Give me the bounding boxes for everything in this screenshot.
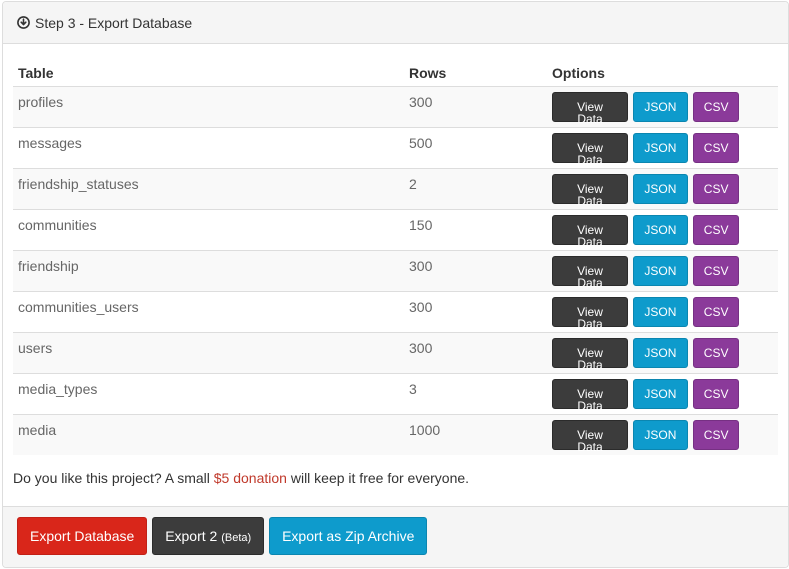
table-name-cell: profiles bbox=[13, 85, 404, 127]
options-cell: View Data JSON CSV bbox=[547, 331, 778, 373]
csv-button[interactable]: CSV bbox=[692, 173, 739, 204]
json-button[interactable]: JSON bbox=[632, 337, 688, 368]
header-table: Table bbox=[13, 56, 404, 87]
json-button[interactable]: JSON bbox=[632, 255, 688, 286]
table-row: friendship 300 View Data JSON CSV bbox=[13, 249, 778, 291]
table-row: communities 150 View Data JSON CSV bbox=[13, 208, 778, 250]
export-zip-button[interactable]: Export as Zip Archive bbox=[269, 517, 428, 555]
options-cell: View Data JSON CSV bbox=[547, 85, 778, 127]
options-cell: View Data JSON CSV bbox=[547, 126, 778, 168]
table-row: media 1000 View Data JSON CSV bbox=[13, 413, 778, 455]
export-panel: Step 3 - Export Database Table Rows Opti… bbox=[2, 1, 789, 568]
table-header-row: Table Rows Options bbox=[13, 56, 778, 87]
beta-badge: (Beta) bbox=[221, 532, 252, 544]
panel-footer: Export Database Export 2 (Beta) Export a… bbox=[3, 506, 788, 567]
table-row: media_types 3 View Data JSON CSV bbox=[13, 372, 778, 414]
export-database-button[interactable]: Export Database bbox=[17, 517, 148, 555]
table-row: messages 500 View Data JSON CSV bbox=[13, 126, 778, 168]
panel-body: Table Rows Options profiles 300 View Data … bbox=[3, 44, 788, 500]
row-count-cell: 2 bbox=[404, 167, 547, 209]
row-count-cell: 300 bbox=[404, 85, 547, 127]
table-row: friendship_statuses 2 View Data JSON CSV bbox=[13, 167, 778, 209]
table-row: profiles 300 View Data JSON CSV bbox=[13, 85, 778, 127]
donation-suffix: will keep it free for everyone. bbox=[286, 470, 470, 486]
view-data-button[interactable]: View Data bbox=[552, 337, 628, 371]
view-data-button[interactable]: View Data bbox=[552, 255, 628, 289]
options-cell: View Data JSON CSV bbox=[547, 167, 778, 209]
csv-button[interactable]: CSV bbox=[692, 214, 739, 245]
panel-heading: Step 3 - Export Database bbox=[3, 2, 788, 44]
row-count-cell: 3 bbox=[404, 372, 547, 414]
json-button[interactable]: JSON bbox=[632, 378, 688, 409]
panel-title: Step 3 - Export Database bbox=[35, 14, 193, 31]
csv-button[interactable]: CSV bbox=[692, 255, 739, 286]
json-button[interactable]: JSON bbox=[632, 419, 688, 450]
table-name-cell: media bbox=[13, 413, 404, 455]
json-button[interactable]: JSON bbox=[632, 173, 688, 204]
json-button[interactable]: JSON bbox=[632, 296, 688, 327]
table-name-cell: messages bbox=[13, 126, 404, 168]
table-name-cell: users bbox=[13, 331, 404, 373]
csv-button[interactable]: CSV bbox=[692, 91, 739, 122]
view-data-button[interactable]: View Data bbox=[552, 296, 628, 330]
json-button[interactable]: JSON bbox=[632, 91, 688, 122]
row-count-cell: 150 bbox=[404, 208, 547, 250]
table-row: users 300 View Data JSON CSV bbox=[13, 331, 778, 373]
row-count-cell: 300 bbox=[404, 331, 547, 373]
download-circle-icon bbox=[17, 16, 30, 29]
table-row: communities_users 300 View Data JSON CSV bbox=[13, 290, 778, 332]
row-count-cell: 500 bbox=[404, 126, 547, 168]
options-cell: View Data JSON CSV bbox=[547, 290, 778, 332]
row-count-cell: 300 bbox=[404, 290, 547, 332]
row-count-cell: 300 bbox=[404, 249, 547, 291]
csv-button[interactable]: CSV bbox=[692, 132, 739, 163]
options-cell: View Data JSON CSV bbox=[547, 208, 778, 250]
json-button[interactable]: JSON bbox=[632, 132, 688, 163]
view-data-button[interactable]: View Data bbox=[552, 378, 628, 412]
options-cell: View Data JSON CSV bbox=[547, 249, 778, 291]
header-rows: Rows bbox=[404, 56, 547, 87]
table-name-cell: communities bbox=[13, 208, 404, 250]
donation-text: Do you like this project? A small $5 don… bbox=[13, 470, 778, 500]
tables-list: Table Rows Options profiles 300 View Data … bbox=[13, 56, 778, 455]
csv-button[interactable]: CSV bbox=[692, 337, 739, 368]
row-count-cell: 1000 bbox=[404, 413, 547, 455]
table-name-cell: friendship bbox=[13, 249, 404, 291]
csv-button[interactable]: CSV bbox=[692, 296, 739, 327]
donation-prefix: Do you like this project? A small bbox=[13, 470, 214, 486]
export-2-label: Export 2 bbox=[165, 528, 218, 544]
csv-button[interactable]: CSV bbox=[692, 419, 739, 450]
options-cell: View Data JSON CSV bbox=[547, 372, 778, 414]
view-data-button[interactable]: View Data bbox=[552, 419, 628, 453]
view-data-button[interactable]: View Data bbox=[552, 132, 628, 166]
options-cell: View Data JSON CSV bbox=[547, 413, 778, 455]
table-name-cell: media_types bbox=[13, 372, 404, 414]
header-options: Options bbox=[547, 56, 778, 87]
table-name-cell: communities_users bbox=[13, 290, 404, 332]
view-data-button[interactable]: View Data bbox=[552, 214, 628, 248]
view-data-button[interactable]: View Data bbox=[552, 91, 628, 125]
csv-button[interactable]: CSV bbox=[692, 378, 739, 409]
table-body: profiles 300 View Data JSON CSV messages 500… bbox=[13, 85, 778, 455]
table-name-cell: friendship_statuses bbox=[13, 167, 404, 209]
view-data-button[interactable]: View Data bbox=[552, 173, 628, 207]
donation-link[interactable]: $5 donation bbox=[214, 470, 287, 486]
json-button[interactable]: JSON bbox=[632, 214, 688, 245]
export-2-button[interactable]: Export 2 (Beta) bbox=[152, 517, 265, 555]
